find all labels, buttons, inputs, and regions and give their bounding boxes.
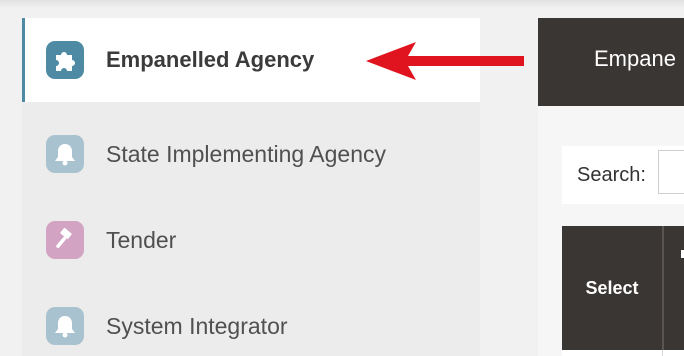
- panel-title: Empane: [594, 46, 676, 71]
- panel-body: Search: Select: [538, 106, 684, 356]
- page: Empanelled Agency State Implementing Age…: [0, 0, 684, 356]
- bell-icon: [46, 307, 84, 345]
- gavel-icon: [46, 221, 84, 259]
- search-label: Search:: [577, 164, 646, 186]
- sidebar-item-state-implementing-agency[interactable]: State Implementing Agency: [22, 112, 480, 196]
- column-header-select[interactable]: Select: [562, 226, 664, 350]
- sidebar-item-label: Empanelled Agency: [106, 47, 315, 72]
- red-arrow-annotation: [366, 42, 524, 80]
- bell-icon: [46, 135, 84, 173]
- sidebar-item-tender[interactable]: Tender: [22, 198, 480, 282]
- content-panel: Empane Search: Select: [538, 18, 684, 356]
- sidebar-item-label: System Integrator: [106, 312, 288, 339]
- panel-header: Empane: [538, 18, 684, 106]
- sidebar-item-system-integrator[interactable]: System Integrator: [22, 284, 480, 356]
- table-header: Select: [562, 226, 684, 350]
- search-row: Search:: [562, 146, 684, 204]
- top-shadow: [0, 0, 684, 8]
- sidebar-item-label: State Implementing Agency: [106, 140, 386, 167]
- search-input[interactable]: [658, 150, 684, 194]
- puzzle-icon: [46, 41, 84, 79]
- table-row: [562, 350, 684, 356]
- column-divider: [662, 350, 663, 356]
- sidebar-item-label: Tender: [106, 226, 177, 253]
